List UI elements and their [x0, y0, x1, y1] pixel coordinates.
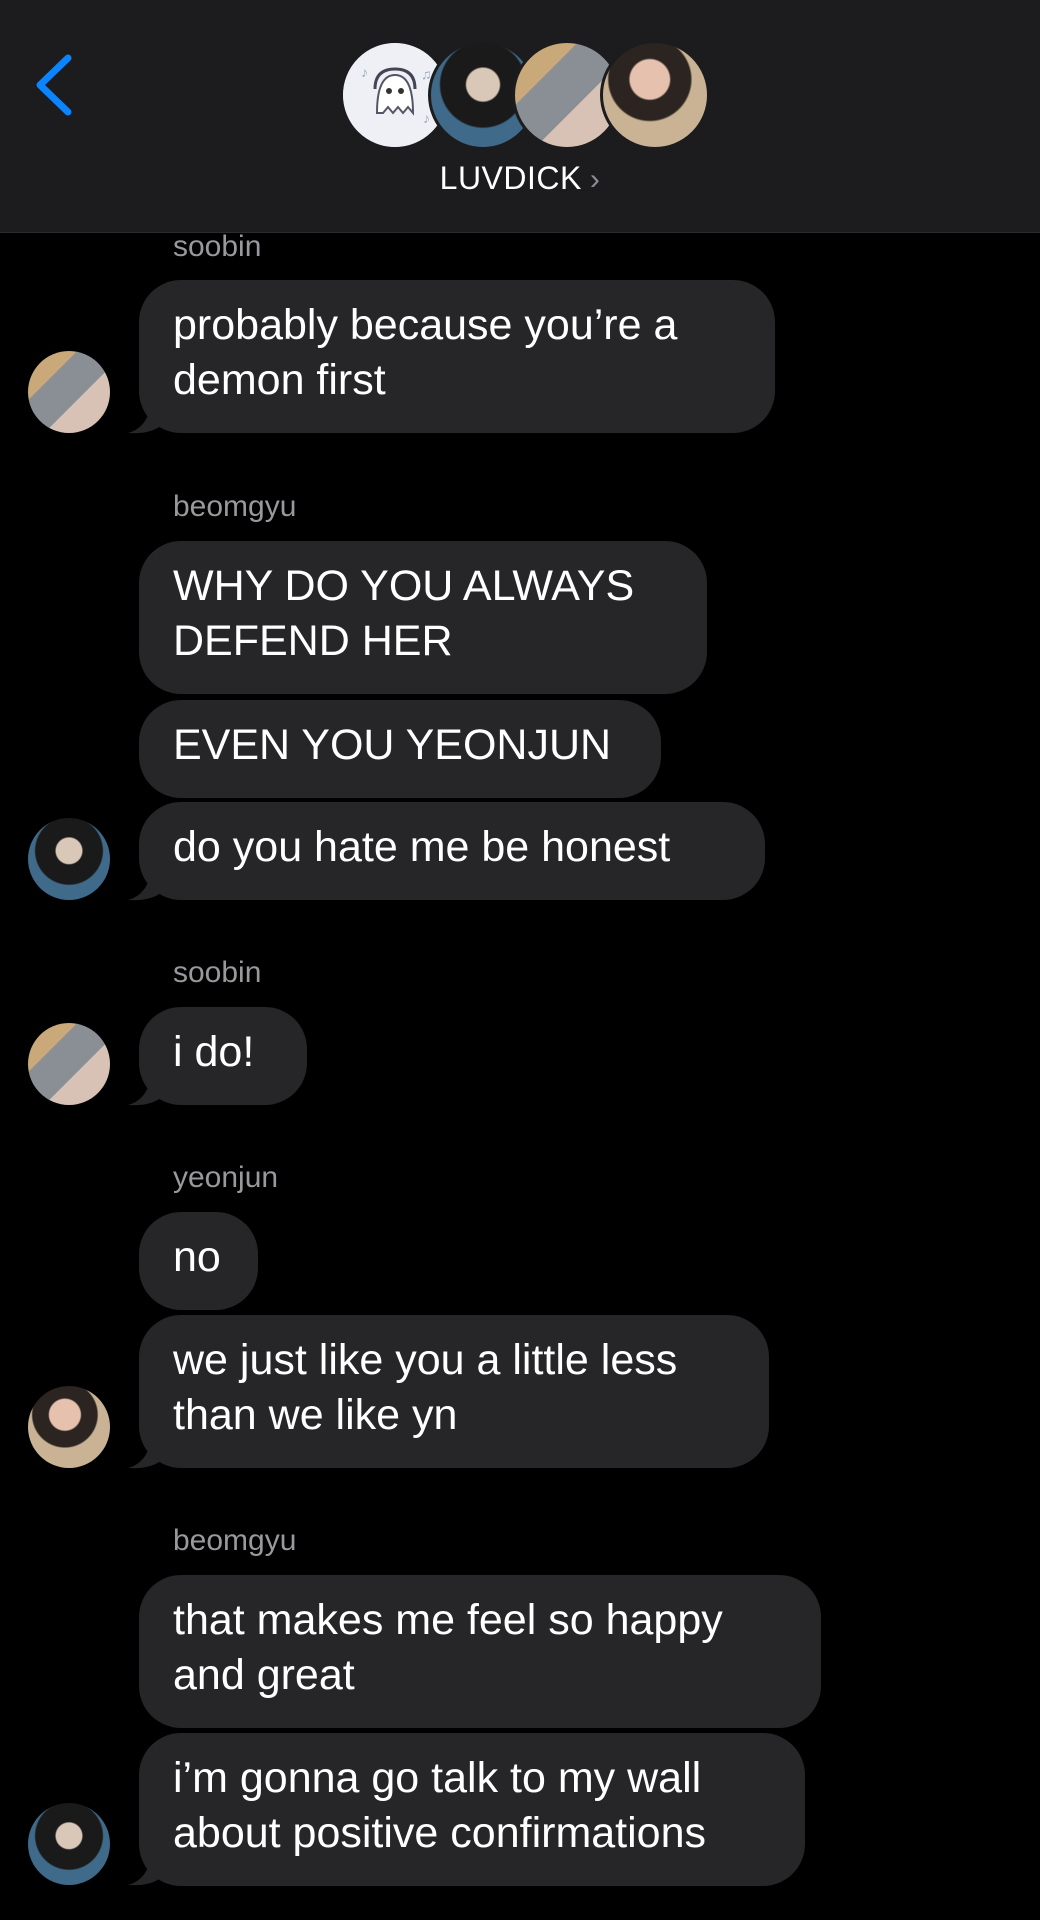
bubble-tail	[128, 1432, 168, 1469]
bubble-tail	[128, 1069, 168, 1106]
group-avatar-stack[interactable]: ♪ ♫ ♪	[340, 40, 710, 152]
bubble-tail	[128, 1849, 168, 1886]
conversation-header: ♪ ♫ ♪ LUVDICK ›	[0, 0, 1040, 233]
sender-name: yeonjun	[173, 1161, 279, 1194]
message-bubble[interactable]: that makes me feel so happy and great	[139, 1575, 821, 1728]
svg-text:♪: ♪	[361, 64, 368, 80]
group-name[interactable]: LUVDICK ›	[0, 160, 1040, 197]
group-title: LUVDICK	[439, 160, 582, 196]
sender-name: beomgyu	[173, 1524, 297, 1557]
sender-name: soobin	[173, 230, 262, 263]
svg-text:♪: ♪	[423, 110, 430, 126]
sender-name: soobin	[173, 956, 262, 989]
bubble-tail	[128, 864, 168, 901]
message-bubble[interactable]: no	[139, 1212, 258, 1310]
bubble-tail	[128, 397, 168, 434]
avatar-yeonjun[interactable]	[28, 1386, 110, 1468]
message-bubble[interactable]: probably because you’re a demon first	[139, 280, 775, 433]
group-avatar-4	[600, 40, 710, 150]
chevron-right-icon: ›	[589, 163, 601, 196]
message-bubble[interactable]: EVEN YOU YEONJUN	[139, 700, 661, 798]
avatar-soobin[interactable]	[28, 1023, 110, 1105]
avatar-soobin[interactable]	[28, 351, 110, 433]
sender-name: beomgyu	[173, 490, 297, 523]
message-bubble[interactable]: WHY DO YOU ALWAYS DEFEND HER	[139, 541, 707, 694]
chevron-left-icon[interactable]	[30, 50, 80, 120]
message-bubble[interactable]: we just like you a little less than we l…	[139, 1315, 769, 1468]
message-bubble[interactable]: i’m gonna go talk to my wall about posit…	[139, 1733, 805, 1886]
message-bubble[interactable]: do you hate me be honest	[139, 802, 765, 900]
avatar-beomgyu[interactable]	[28, 1803, 110, 1885]
avatar-beomgyu[interactable]	[28, 818, 110, 900]
